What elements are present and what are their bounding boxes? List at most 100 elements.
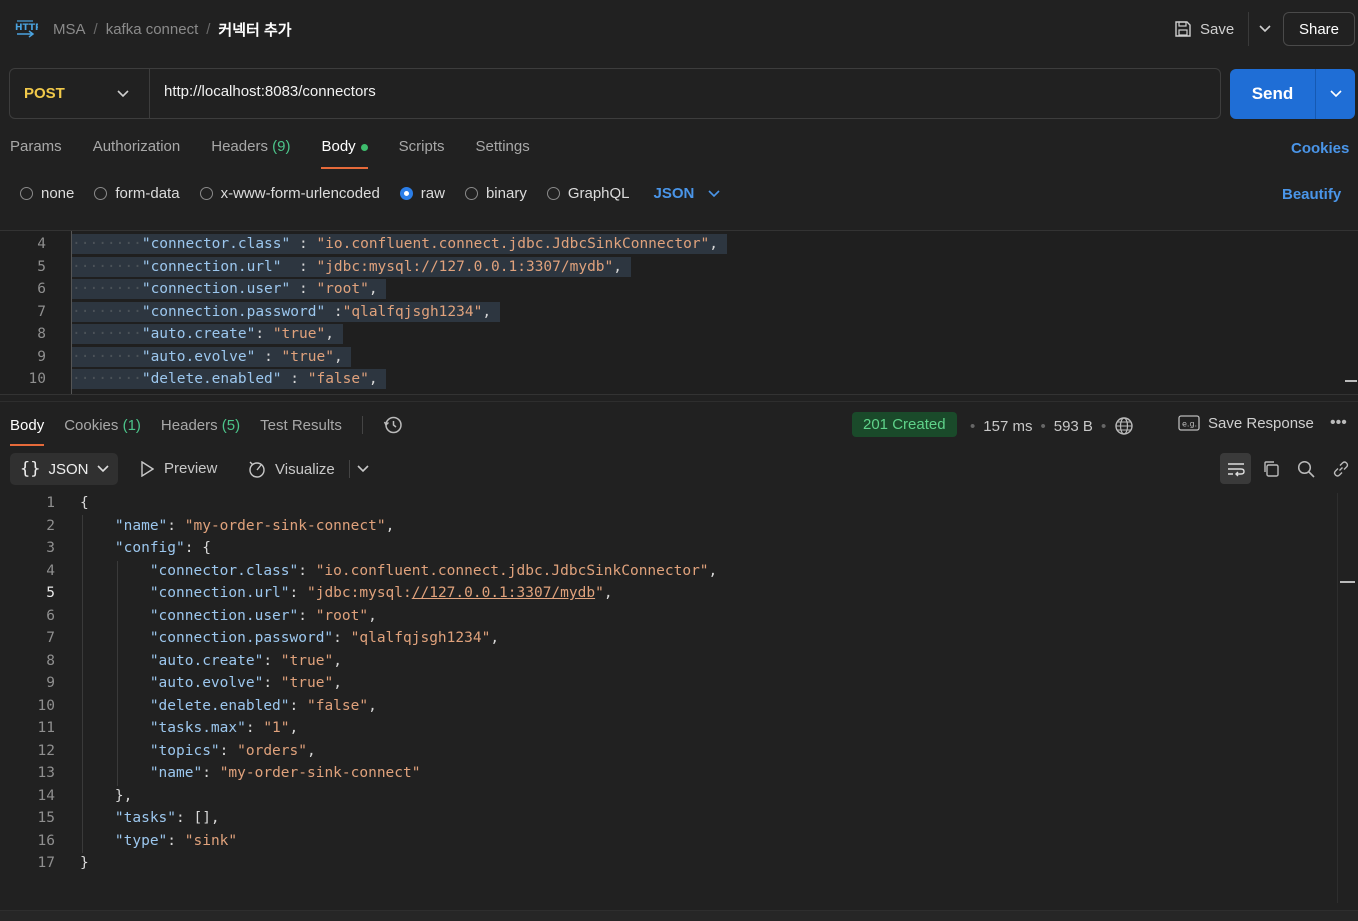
copy-button[interactable] bbox=[1255, 453, 1286, 484]
search-icon bbox=[1297, 460, 1315, 478]
tab-label: Settings bbox=[475, 138, 530, 155]
request-title[interactable]: 커넥터 추가 bbox=[218, 19, 291, 40]
response-format-select[interactable]: {} JSON bbox=[10, 453, 118, 485]
visualize-options-button[interactable] bbox=[349, 460, 375, 478]
globe-icon[interactable] bbox=[1114, 416, 1134, 436]
wrap-lines-button[interactable] bbox=[1220, 453, 1251, 484]
request-body-editor[interactable]: 4 ········"connector.class" : "io.conflue… bbox=[0, 230, 1358, 395]
editor-line[interactable]: 6 ········"connection.user" : "root", bbox=[0, 278, 1358, 301]
url-input[interactable] bbox=[164, 83, 1204, 100]
editor-line[interactable]: 5 ········"connection.url" : "jdbc:mysql:… bbox=[0, 256, 1358, 279]
response-time[interactable]: 157 ms bbox=[983, 418, 1032, 435]
code-line: 14}, bbox=[0, 786, 1330, 809]
save-options-button[interactable] bbox=[1248, 12, 1280, 46]
breadcrumb: MSA / kafka connect / 커넥터 추가 bbox=[53, 19, 292, 40]
send-button[interactable]: Send bbox=[1230, 69, 1315, 119]
response-size[interactable]: 593 B bbox=[1054, 418, 1093, 435]
code-text: ········"connection.url" : "jdbc:mysql:/… bbox=[72, 256, 631, 277]
save-button[interactable]: Save bbox=[1168, 12, 1240, 46]
code-line: 3 "config": { bbox=[0, 538, 1330, 561]
code-text: ········"delete.enabled" : "false", bbox=[72, 369, 387, 389]
breadcrumb-item-folder[interactable]: kafka connect bbox=[106, 21, 199, 38]
save-icon bbox=[1175, 21, 1191, 37]
panel-divider[interactable] bbox=[0, 401, 1358, 402]
tab-response-body[interactable]: Body bbox=[10, 417, 45, 446]
method-select[interactable]: POST bbox=[10, 69, 150, 118]
line-number: 4 bbox=[46, 562, 55, 579]
editor-line[interactable]: 10 ········"delete.enabled" : "false", bbox=[0, 368, 1358, 391]
scrollbar-marker[interactable] bbox=[1340, 581, 1355, 583]
response-body-viewer[interactable]: 1{2 "name": "my-order-sink-connect", 3 "con… bbox=[0, 493, 1338, 903]
separator-dot: • bbox=[970, 417, 976, 435]
editor-line[interactable]: 7 ········"connection.password" :"qlalfqj… bbox=[0, 301, 1358, 324]
body-type-urlencoded[interactable]: x-www-form-urlencoded bbox=[199, 185, 380, 202]
tab-scripts[interactable]: Scripts bbox=[399, 138, 445, 168]
chevron-down-icon bbox=[1259, 25, 1271, 33]
tab-params[interactable]: Params bbox=[10, 138, 62, 168]
save-response-button[interactable]: e.g. Save Response bbox=[1178, 414, 1314, 432]
search-button[interactable] bbox=[1290, 453, 1321, 484]
tab-label: Headers bbox=[211, 138, 268, 155]
tab-label: Cookies bbox=[64, 416, 119, 434]
code-text: ········"connection.password" :"qlalfqjs… bbox=[72, 301, 500, 322]
code-text: "connection.password": "qlalfqjsgh1234", bbox=[149, 630, 500, 646]
radio-label: GraphQL bbox=[567, 185, 630, 202]
request-tabs: Params Authorization Headers (9) Body Sc… bbox=[10, 138, 530, 169]
body-type-binary[interactable]: binary bbox=[464, 185, 527, 202]
line-number: 7 bbox=[37, 303, 46, 320]
beautify-button[interactable]: Beautify bbox=[1282, 186, 1341, 203]
tab-response-cookies[interactable]: Cookies (1) bbox=[64, 417, 141, 434]
code-text: "tasks": [], bbox=[114, 810, 220, 826]
code-line: 1{ bbox=[0, 493, 1330, 516]
line-number: 8 bbox=[46, 652, 55, 669]
code-text: }, bbox=[114, 787, 133, 804]
copy-icon bbox=[1263, 460, 1279, 477]
raw-format-select[interactable]: JSON bbox=[654, 185, 721, 202]
history-icon[interactable] bbox=[383, 415, 403, 435]
method-label: POST bbox=[24, 85, 65, 102]
chevron-down-icon bbox=[356, 465, 369, 473]
line-number: 2 bbox=[46, 517, 55, 534]
code-line: 13 "name": "my-order-sink-connect" bbox=[0, 763, 1330, 786]
tab-label: Scripts bbox=[398, 138, 445, 155]
body-type-form-data[interactable]: form-data bbox=[94, 185, 180, 202]
tab-authorization[interactable]: Authorization bbox=[93, 138, 181, 168]
editor-scroll-marker[interactable] bbox=[1345, 380, 1357, 382]
line-number: 4 bbox=[37, 236, 46, 252]
editor-line[interactable]: 8 ········"auto.create": "true", bbox=[0, 323, 1358, 346]
chevron-down-icon bbox=[1329, 90, 1342, 98]
tab-test-results[interactable]: Test Results bbox=[260, 417, 342, 434]
scrollbar-track[interactable] bbox=[1337, 493, 1338, 903]
breadcrumb-item-collection[interactable]: MSA bbox=[53, 21, 86, 38]
modified-indicator bbox=[360, 143, 368, 151]
tab-label: Authorization bbox=[92, 138, 181, 155]
share-button[interactable]: Share bbox=[1283, 12, 1355, 46]
status-badge[interactable]: 201 Created bbox=[852, 412, 957, 437]
line-number: 9 bbox=[37, 348, 46, 365]
code-line: 5 "connection.url": "jdbc:mysql://127.0.0… bbox=[0, 583, 1330, 606]
body-type-graphql[interactable]: GraphQL bbox=[546, 185, 630, 202]
visualize-button[interactable]: Visualize bbox=[247, 459, 335, 479]
send-button-group: Send bbox=[1230, 69, 1355, 119]
tab-label: Body bbox=[321, 138, 356, 155]
editor-line[interactable]: 9 ········"auto.evolve" : "true", bbox=[0, 346, 1358, 369]
tab-headers[interactable]: Headers (9) bbox=[211, 138, 290, 168]
tab-response-headers[interactable]: Headers (5) bbox=[161, 417, 240, 434]
code-text: ········"auto.create": "true", bbox=[72, 324, 343, 344]
url-bar: POST bbox=[9, 68, 1221, 119]
more-options-icon[interactable]: ••• bbox=[1330, 414, 1347, 432]
code-line: 6 "connection.user": "root", bbox=[0, 606, 1330, 629]
editor-line[interactable]: 4 ········"connector.class" : "io.conflue… bbox=[0, 233, 1358, 256]
preview-button[interactable]: Preview bbox=[140, 460, 217, 477]
body-type-none[interactable]: none bbox=[20, 185, 74, 202]
radio-icon bbox=[546, 187, 560, 200]
line-number: 17 bbox=[37, 855, 55, 871]
tab-body[interactable]: Body bbox=[321, 138, 368, 169]
code-text: "config": { bbox=[114, 540, 211, 556]
send-options-button[interactable] bbox=[1315, 69, 1355, 119]
cookies-link[interactable]: Cookies bbox=[1291, 140, 1349, 157]
link-button[interactable] bbox=[1325, 453, 1356, 484]
tab-settings[interactable]: Settings bbox=[476, 138, 530, 168]
save-group: Save bbox=[1168, 12, 1280, 46]
body-type-raw[interactable]: raw bbox=[399, 185, 445, 202]
